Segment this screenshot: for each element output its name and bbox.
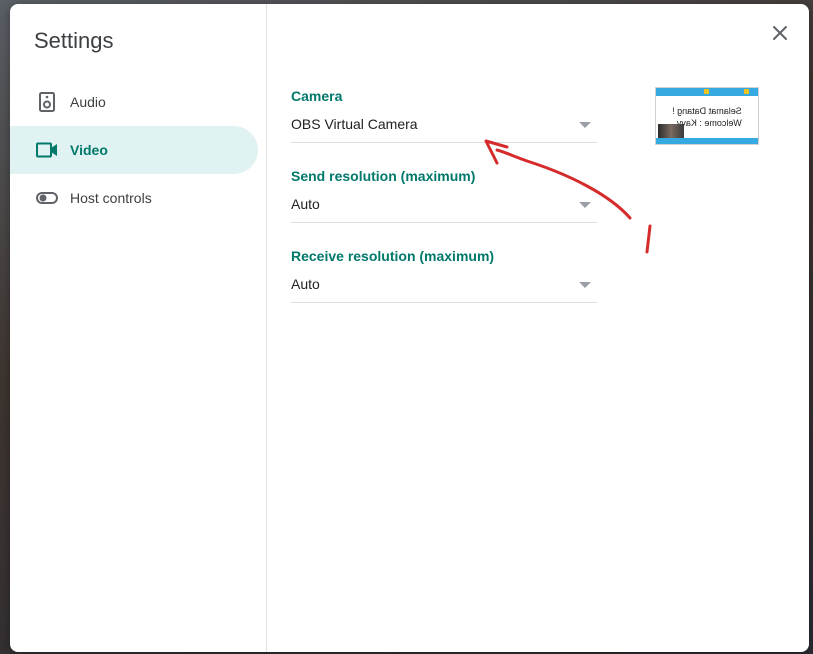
preview-text-line: Selamat Datang ! xyxy=(672,106,742,116)
send-resolution-select-value: Auto xyxy=(291,196,320,212)
sidebar-item-audio[interactable]: Audio xyxy=(10,78,258,126)
preview-webcam-thumbnail xyxy=(658,124,684,138)
camera-preview: Selamat Datang ! Welcome : Kavv... xyxy=(655,87,759,145)
sidebar-item-label: Video xyxy=(70,142,108,158)
chevron-down-icon xyxy=(579,202,591,208)
sidebar-item-label: Host controls xyxy=(70,190,152,206)
sidebar-item-host-controls[interactable]: Host controls xyxy=(10,174,258,222)
receive-resolution-field: Receive resolution (maximum) Auto xyxy=(291,248,597,303)
receive-resolution-select-value: Auto xyxy=(291,276,320,292)
receive-resolution-select[interactable]: Auto xyxy=(291,274,597,303)
camera-field: Camera OBS Virtual Camera xyxy=(291,88,597,143)
settings-sidebar: Settings Audio Video Host controls xyxy=(10,4,267,652)
chevron-down-icon xyxy=(579,282,591,288)
camera-label: Camera xyxy=(291,88,343,104)
send-resolution-select[interactable]: Auto xyxy=(291,194,597,223)
videocam-icon xyxy=(36,139,58,161)
sidebar-item-video[interactable]: Video xyxy=(10,126,258,174)
preview-dot xyxy=(704,89,709,94)
close-button[interactable] xyxy=(765,20,795,50)
chevron-down-icon xyxy=(579,122,591,128)
camera-select-value: OBS Virtual Camera xyxy=(291,116,418,132)
receive-resolution-label: Receive resolution (maximum) xyxy=(291,248,495,264)
toggle-icon xyxy=(36,187,58,209)
camera-select[interactable]: OBS Virtual Camera xyxy=(291,114,597,143)
dialog-title: Settings xyxy=(34,28,114,53)
preview-bottom-bar xyxy=(656,138,758,144)
send-resolution-field: Send resolution (maximum) Auto xyxy=(291,168,597,223)
preview-dot xyxy=(744,89,749,94)
settings-dialog: Settings Audio Video Host controls Camer… xyxy=(10,4,809,652)
settings-nav: Audio Video Host controls xyxy=(10,78,258,222)
close-icon xyxy=(772,25,788,46)
sidebar-item-label: Audio xyxy=(70,94,106,110)
speaker-icon xyxy=(36,91,58,113)
send-resolution-label: Send resolution (maximum) xyxy=(291,168,476,184)
